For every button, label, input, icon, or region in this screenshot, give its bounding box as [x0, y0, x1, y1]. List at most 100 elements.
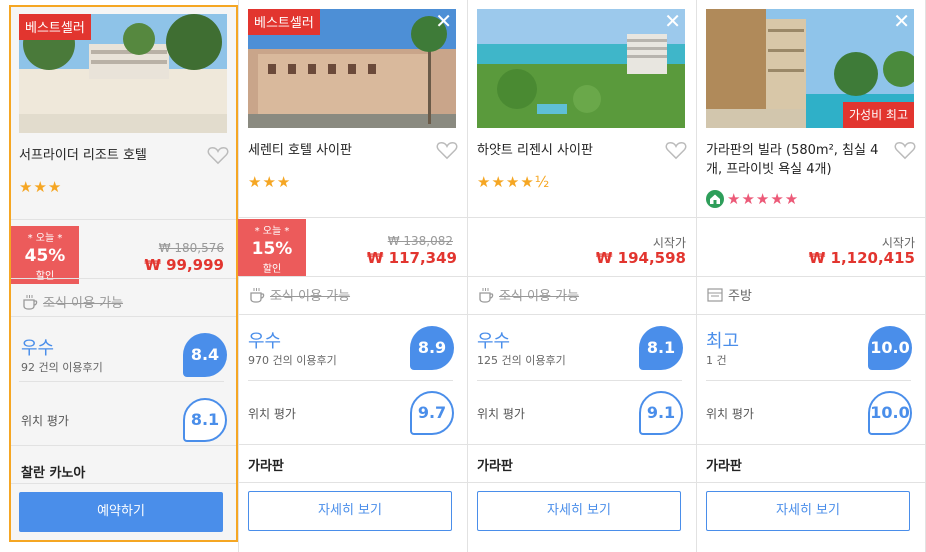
amenity-label: 주방: [728, 289, 752, 304]
divider: [467, 276, 696, 277]
original-price: ₩ 180,576: [158, 241, 224, 255]
divider: [11, 483, 236, 484]
review-count[interactable]: 92 건의 이용후기: [21, 359, 103, 375]
review-score: 8.4: [183, 333, 227, 377]
amenity-label: 조식 이용 가능: [43, 296, 124, 311]
heart-icon[interactable]: [894, 140, 916, 160]
today-deal-badge: * 오늘 * 15% 할인: [238, 219, 306, 277]
review-count[interactable]: 125 건의 이용후기: [477, 352, 566, 368]
hotel-photo[interactable]: 베스트셀러: [19, 14, 227, 133]
coffee-cup-icon: [479, 287, 494, 303]
price[interactable]: ₩ 117,349: [367, 249, 457, 267]
amenity-label: 조식 이용 가능: [499, 289, 580, 304]
star-rating: ★★★★★: [727, 190, 800, 208]
divider: [696, 217, 925, 218]
hotel-card-selected[interactable]: 베스트셀러 서프라이더 리조트 호텔 ★★★ * 오늘 * 45% 할인 ₩ 1…: [9, 5, 238, 542]
deal-label: * 오늘 *: [27, 233, 63, 244]
divider: [11, 316, 236, 317]
heart-icon[interactable]: [207, 145, 229, 165]
hotel-card[interactable]: ✕ 가성비 최고 가라판의 빌라 (580m², 침실 4개, 프라이빗 욕실 …: [696, 0, 925, 552]
hotel-name[interactable]: 세렌티 호텔 사이판: [248, 141, 428, 160]
kitchen-icon: [707, 287, 723, 302]
bestseller-badge: 베스트셀러: [19, 14, 91, 40]
review-count[interactable]: 970 건의 이용후기: [248, 352, 337, 368]
hotel-card[interactable]: 베스트셀러 ✕ 세렌티 호텔 사이판 ★★★ * 오늘 * 15% 할인 ₩ 1…: [238, 0, 467, 552]
divider: [11, 219, 236, 220]
divider: [238, 444, 467, 445]
divider: [477, 380, 682, 381]
hotel-name[interactable]: 하얏트 리젠시 사이판: [477, 141, 657, 160]
divider: [248, 380, 453, 381]
area-name: 찰란 카노아: [21, 466, 86, 481]
divider: [696, 314, 925, 315]
divider: [238, 217, 467, 218]
price[interactable]: ₩ 99,999: [144, 256, 224, 274]
rating-word: 우수: [477, 331, 511, 352]
divider: [238, 314, 467, 315]
close-icon[interactable]: ✕: [435, 11, 452, 31]
review-score: 8.9: [410, 326, 454, 370]
amenity-breakfast: 조식 이용 가능: [477, 285, 579, 304]
deal-suffix: 할인: [35, 271, 55, 282]
view-details-button[interactable]: 자세히 보기: [477, 491, 681, 531]
hotel-photo[interactable]: ✕: [477, 9, 685, 128]
today-deal-badge: * 오늘 * 45% 할인: [11, 226, 79, 284]
deal-label: * 오늘 *: [254, 226, 290, 237]
book-button[interactable]: 예약하기: [19, 492, 223, 532]
divider: [706, 380, 911, 381]
divider: [238, 276, 467, 277]
divider: [696, 276, 925, 277]
view-details-button[interactable]: 자세히 보기: [706, 491, 910, 531]
hotel-comparison-grid: 베스트셀러 서프라이더 리조트 호텔 ★★★ * 오늘 * 45% 할인 ₩ 1…: [0, 0, 926, 552]
divider: [467, 314, 696, 315]
divider: [467, 444, 696, 445]
divider: [467, 217, 696, 218]
location-rating-label: 위치 평가: [21, 414, 69, 428]
heart-icon[interactable]: [436, 140, 458, 160]
divider: [467, 482, 696, 483]
area-name: 가라판: [477, 459, 513, 474]
hotel-photo[interactable]: 베스트셀러 ✕: [248, 9, 456, 128]
hotel-name[interactable]: 서프라이더 리조트 호텔: [19, 146, 199, 165]
rating-word: 우수: [21, 338, 55, 359]
hotel-photo[interactable]: ✕ 가성비 최고: [706, 9, 914, 128]
location-score: 9.1: [639, 391, 683, 435]
hotel-name[interactable]: 가라판의 빌라 (580m², 침실 4개, 프라이빗 욕실 4개): [706, 141, 886, 179]
close-icon[interactable]: ✕: [893, 11, 910, 31]
hotel-card[interactable]: ✕ 하얏트 리젠시 사이판 ★★★★½ 시작가 ₩ 194,598 조식 이용 …: [467, 0, 696, 552]
deal-percent: 45%: [24, 246, 66, 266]
divider: [238, 482, 467, 483]
rating-word: 최고: [706, 331, 740, 352]
deal-percent: 15%: [251, 239, 293, 259]
price[interactable]: ₩ 194,598: [596, 249, 686, 267]
rating-word: 우수: [248, 331, 282, 352]
house-icon: [706, 190, 724, 208]
amenity-label: 조식 이용 가능: [270, 289, 351, 304]
star-rating: ★★★: [248, 173, 292, 191]
coffee-cup-icon: [250, 287, 265, 303]
review-score: 8.1: [639, 326, 683, 370]
view-details-button[interactable]: 자세히 보기: [248, 491, 452, 531]
location-score: 10.0: [868, 391, 912, 435]
review-count[interactable]: 1 건: [706, 352, 727, 368]
original-price: ₩ 138,082: [387, 234, 453, 248]
location-score: 8.1: [183, 398, 227, 442]
amenity-kitchen: 주방: [706, 285, 752, 304]
star-rating: ★★★★½: [477, 173, 551, 191]
location-rating-label: 위치 평가: [706, 407, 754, 421]
location-score: 9.7: [410, 391, 454, 435]
divider: [19, 381, 224, 382]
divider: [11, 278, 236, 279]
close-icon[interactable]: ✕: [664, 11, 681, 31]
divider: [11, 445, 236, 446]
coffee-cup-icon: [23, 294, 38, 310]
review-score: 10.0: [868, 326, 912, 370]
price[interactable]: ₩ 1,120,415: [809, 249, 915, 267]
best-value-badge: 가성비 최고: [842, 102, 914, 128]
amenity-breakfast: 조식 이용 가능: [248, 285, 350, 304]
bestseller-badge: 베스트셀러: [248, 9, 320, 35]
heart-icon[interactable]: [665, 140, 687, 160]
amenity-breakfast: 조식 이용 가능: [21, 292, 123, 311]
area-name: 가라판: [706, 459, 742, 474]
divider: [696, 444, 925, 445]
